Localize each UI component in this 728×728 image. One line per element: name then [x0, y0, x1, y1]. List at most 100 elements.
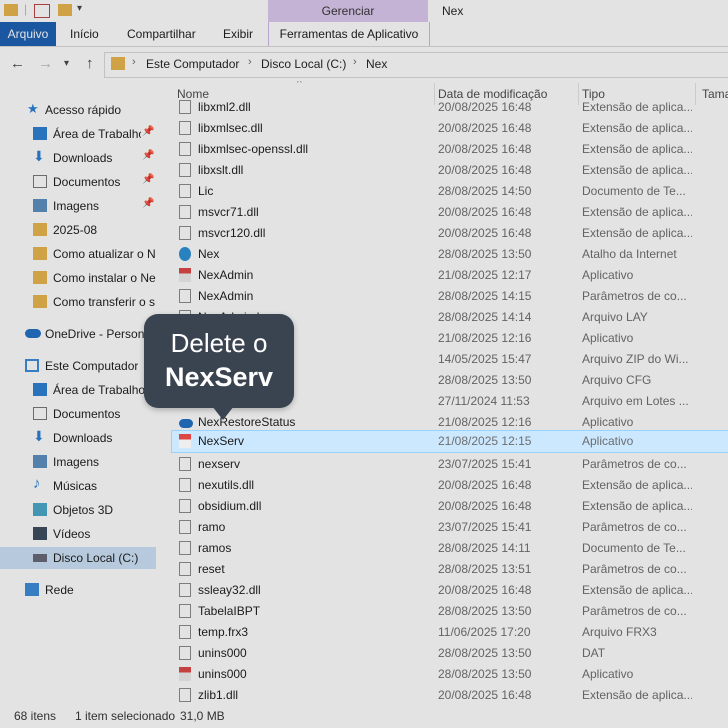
file-type: Extensão de aplica... [582, 583, 692, 597]
cloud-icon [25, 329, 41, 338]
file-size: 31 [702, 434, 728, 448]
nav-pc-item[interactable]: Documentos [0, 403, 156, 425]
file-type: Extensão de aplica... [582, 205, 692, 219]
table-row[interactable]: NexAdmin 21/08/2025 12:17 Aplicativo 41 [172, 265, 728, 286]
tab-ferramentas-de-aplicativo[interactable]: Ferramentas de Aplicativo [268, 22, 430, 46]
selection-count: 1 item selecionado [75, 709, 176, 723]
nav-pc-item[interactable]: Imagens [0, 451, 156, 473]
nav-label: Imagens [53, 199, 100, 213]
item-count: 68 itens [14, 709, 57, 723]
nav-label: Documentos [53, 175, 121, 189]
nav-pc-item[interactable]: Área de Trabalho [0, 379, 156, 401]
status-bar: 68 itens 1 item selecionado 31,0 MB [0, 704, 728, 728]
table-row[interactable]: nexserv 23/07/2025 15:41 Parâmetros de co.… [172, 454, 728, 475]
tab-exibir[interactable]: Exibir [223, 22, 253, 46]
nav-quick-item[interactable]: Imagens 📌 [0, 195, 156, 217]
document-icon [33, 407, 47, 420]
nav-quick-item[interactable]: ⬇ Downloads 📌 [0, 147, 156, 169]
file-date: 20/08/2025 16:48 [438, 499, 532, 513]
back-icon[interactable]: ← [10, 55, 25, 72]
table-row[interactable]: temp.frx3 11/06/2025 17:20 Arquivo FRX3 [172, 622, 728, 643]
divider: | [24, 2, 28, 16]
file-type: Documento de Te... [582, 184, 686, 198]
nav-quick-access[interactable]: ★ Acesso rápido [0, 99, 156, 121]
crumb-disco-local[interactable]: Disco Local (C:) [261, 57, 346, 71]
tab-inicio[interactable]: Início [70, 22, 99, 46]
file-date: 28/08/2025 14:14 [438, 310, 532, 324]
up-icon[interactable]: ↑ [86, 55, 94, 72]
settings-file-icon [179, 457, 191, 471]
nav-pc-item-disco-local[interactable]: Disco Local (C:) [0, 547, 156, 569]
nav-pc-item[interactable]: Vídeos [0, 523, 156, 545]
chevron-right-icon[interactable]: › [248, 56, 252, 68]
file-date: 20/08/2025 16:48 [438, 478, 532, 492]
table-row[interactable]: nexutils.dll 20/08/2025 16:48 Extensão de … [172, 475, 728, 496]
nav-pc-item[interactable]: Objetos 3D [0, 499, 156, 521]
ribbon-tabs: Arquivo Início Compartilhar Exibir Ferra… [0, 22, 728, 47]
nav-quick-item[interactable]: Como atualizar o N [0, 243, 156, 265]
pin-icon: 📌 [142, 174, 155, 185]
table-row[interactable]: libxslt.dll 20/08/2025 16:48 Extensão de a… [172, 160, 728, 181]
callout-line1: Delete o [170, 328, 268, 358]
table-row[interactable]: zlib1.dll 20/08/2025 16:48 Extensão de apl… [172, 685, 728, 704]
table-row[interactable]: unins000 28/08/2025 13:50 Aplicativo [172, 664, 728, 685]
properties-icon[interactable] [34, 4, 50, 18]
nav-this-pc[interactable]: Este Computador [0, 355, 156, 377]
table-row[interactable]: libxmlsec.dll 20/08/2025 16:48 Extensão de… [172, 118, 728, 139]
table-row[interactable]: obsidium.dll 20/08/2025 16:48 Extensão de … [172, 496, 728, 517]
file-type: Parâmetros de co... [582, 562, 687, 576]
table-row[interactable]: reset 28/08/2025 13:51 Parâmetros de co... [172, 559, 728, 580]
nav-quick-item[interactable]: 2025-08 [0, 219, 156, 241]
new-folder-icon[interactable] [58, 4, 72, 16]
nav-onedrive[interactable]: OneDrive - Persona [0, 323, 156, 345]
chevron-right-icon[interactable]: › [132, 56, 136, 68]
tab-arquivo[interactable]: Arquivo [0, 22, 56, 46]
table-row[interactable]: ramo 23/07/2025 15:41 Parâmetros de co... [172, 517, 728, 538]
table-row[interactable]: ramos 28/08/2025 14:11 Documento de Te... [172, 538, 728, 559]
folder-icon[interactable] [4, 4, 18, 16]
settings-file-icon [179, 562, 191, 576]
image-icon [33, 455, 47, 468]
recent-locations-icon[interactable]: ▾ [64, 58, 69, 69]
crumb-este-computador[interactable]: Este Computador [146, 57, 239, 71]
document-icon [179, 625, 191, 639]
table-row[interactable]: NexRestoreStatus 21/08/2025 12:16 Aplicati… [172, 412, 728, 433]
table-row[interactable]: Lic 28/08/2025 14:50 Documento de Te... [172, 181, 728, 202]
table-row[interactable]: Nex 28/08/2025 13:50 Atalho da Internet [172, 244, 728, 265]
dll-file-icon [179, 226, 191, 240]
highlighted-row-nexserv[interactable]: NexServ 21/08/2025 12:15 Aplicativo 31 [171, 430, 728, 453]
table-row[interactable]: unins000 28/08/2025 13:50 DAT 1 [172, 643, 728, 664]
dll-file-icon [179, 121, 191, 135]
file-type: DAT [582, 646, 606, 660]
nav-label: Objetos 3D [53, 503, 114, 517]
file-type: Aplicativo [582, 331, 634, 345]
nav-network[interactable]: Rede [0, 579, 156, 601]
desktop-icon [33, 127, 47, 140]
table-row[interactable]: libxmlsec-openssl.dll 20/08/2025 16:48 Ext… [172, 139, 728, 160]
cloud-icon [179, 419, 193, 428]
instruction-callout: Delete o NexServ [144, 314, 294, 408]
crumb-nex[interactable]: Nex [366, 57, 387, 71]
nav-pc-item[interactable]: ⬇ Downloads [0, 427, 156, 449]
table-row[interactable]: libxml2.dll 20/08/2025 16:48 Extensão de a… [172, 97, 728, 118]
dll-file-icon [179, 100, 191, 114]
nav-quick-item[interactable]: Documentos 📌 [0, 171, 156, 193]
forward-icon[interactable]: → [38, 55, 53, 72]
table-row[interactable]: msvcr71.dll 20/08/2025 16:48 Extensão de a… [172, 202, 728, 223]
nav-quick-item[interactable]: Como transferir o s [0, 291, 156, 313]
address-bar[interactable]: › Este Computador › Disco Local (C:) › N… [104, 52, 728, 78]
file-date: 20/08/2025 16:48 [438, 163, 532, 177]
dll-file-icon [179, 499, 191, 513]
tab-compartilhar[interactable]: Compartilhar [127, 22, 196, 46]
customize-toolbar-icon[interactable]: ▾ [77, 3, 82, 14]
table-row[interactable]: TabelaIBPT 28/08/2025 13:50 Parâmetros de … [172, 601, 728, 622]
table-row[interactable]: NexAdmin 28/08/2025 14:15 Parâmetros de co… [172, 286, 728, 307]
nav-quick-item[interactable]: Como instalar o Ne [0, 267, 156, 289]
chevron-right-icon[interactable]: › [353, 56, 357, 68]
file-date: 20/08/2025 16:48 [438, 142, 532, 156]
nav-label: Disco Local (C:) [53, 551, 139, 565]
nav-quick-item[interactable]: Área de Trabalho 📌 [0, 123, 156, 145]
nav-pc-item[interactable]: ♪ Músicas [0, 475, 156, 497]
table-row[interactable]: ssleay32.dll 20/08/2025 16:48 Extensão de … [172, 580, 728, 601]
table-row[interactable]: msvcr120.dll 20/08/2025 16:48 Extensão de … [172, 223, 728, 244]
